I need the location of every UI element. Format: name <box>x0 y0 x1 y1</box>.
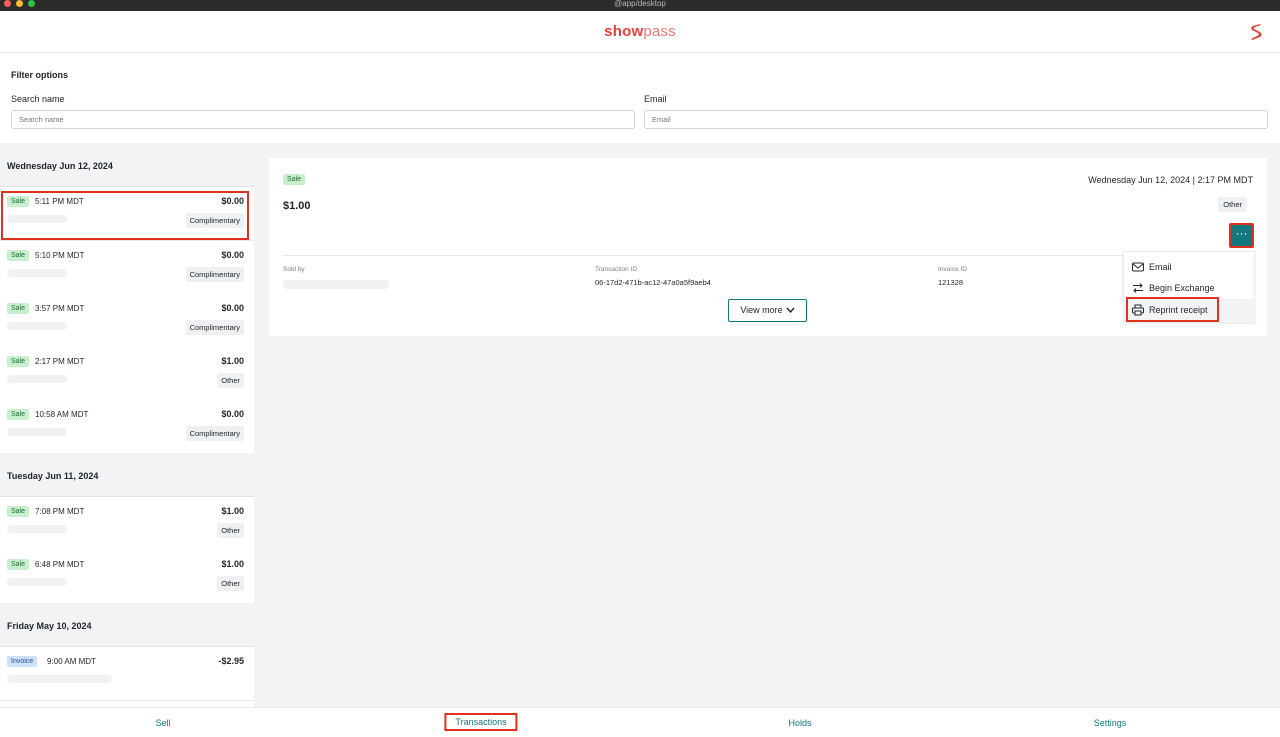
sale-badge: Sale <box>7 559 30 570</box>
date-header: Friday May 10, 2024 <box>0 603 254 647</box>
payment-tag: Complimentary <box>185 320 244 335</box>
sale-badge: Sale <box>7 356 30 367</box>
transaction-time: 10:58 AM MDT <box>35 410 89 419</box>
sale-badge: Sale <box>283 174 306 185</box>
redacted-customer-name <box>7 428 67 436</box>
email-label: Email <box>644 94 667 104</box>
redacted-customer-name <box>7 525 67 533</box>
transaction-amount: $1.00 <box>221 506 244 516</box>
payment-tag: Complimentary <box>185 426 244 441</box>
view-more-label: View more <box>740 305 783 315</box>
nav-holds[interactable]: Holds <box>788 718 811 728</box>
transaction-row[interactable]: Sale 2:17 PM MDT $1.00 Other <box>0 347 254 401</box>
transaction-amount: $1.00 <box>221 559 244 569</box>
invoice-id-label: Invoice ID <box>938 266 967 273</box>
window-titlebar: @app/desktop <box>0 0 1280 11</box>
nav-settings[interactable]: Settings <box>1094 718 1127 728</box>
filter-panel: Filter options Search name Email <box>0 53 1280 143</box>
more-options-button[interactable]: ··· <box>1229 223 1254 248</box>
transaction-amount: $0.00 <box>221 303 244 313</box>
window-title: @app/desktop <box>614 0 666 8</box>
transaction-time: 2:17 PM MDT <box>35 357 85 366</box>
transaction-amount: -$2.95 <box>218 656 244 666</box>
transaction-row[interactable]: Sale 3:57 PM MDT $0.00 Complimentary <box>0 294 254 348</box>
transaction-time: 3:57 PM MDT <box>35 304 85 313</box>
search-name-label: Search name <box>11 94 65 104</box>
redacted-customer-name <box>7 675 112 683</box>
transaction-row[interactable]: Invoice 9:00 AM MDT -$2.95 <box>0 647 254 701</box>
transaction-time: 9:00 AM MDT <box>47 657 96 666</box>
email-input[interactable] <box>644 110 1268 129</box>
redacted-customer-name <box>7 322 67 330</box>
transactions-list[interactable]: Wednesday Jun 12, 2024 Sale 5:11 PM MDT … <box>0 143 254 707</box>
sold-by-label: Sold by <box>283 266 305 273</box>
date-header: Wednesday Jun 12, 2024 <box>0 143 254 187</box>
view-more-button[interactable]: View more <box>728 299 807 322</box>
divider <box>283 255 1139 256</box>
search-name-input[interactable] <box>11 110 635 129</box>
showpass-s-icon[interactable] <box>1248 23 1264 41</box>
chevron-down-icon <box>786 307 795 313</box>
nav-sell[interactable]: Sell <box>155 718 170 728</box>
invoice-badge: Invoice <box>7 656 38 667</box>
reprint-highlight <box>1126 297 1219 322</box>
transaction-row[interactable]: Sale 10:58 AM MDT $0.00 Complimentary <box>0 400 254 454</box>
transaction-row[interactable]: Sale 5:10 PM MDT $0.00 Complimentary <box>0 241 254 295</box>
transaction-time: 7:08 PM MDT <box>35 507 85 516</box>
sale-badge: Sale <box>7 409 30 420</box>
sale-badge: Sale <box>7 506 30 517</box>
redacted-sold-by <box>283 280 389 289</box>
redacted-customer-name <box>7 375 67 383</box>
exchange-arrows-icon <box>1133 283 1143 293</box>
transaction-detail-card: Sale Wednesday Jun 12, 2024 | 2:17 PM MD… <box>269 158 1267 336</box>
payment-tag: Other <box>217 523 244 538</box>
filter-title: Filter options <box>11 70 68 80</box>
bottom-nav: Sell Transactions Holds Settings <box>0 707 1280 737</box>
menu-item-begin-exchange[interactable]: Begin Exchange <box>1124 277 1256 299</box>
transaction-amount: $0.00 <box>221 250 244 260</box>
envelope-icon <box>1132 262 1144 272</box>
invoice-id-value: 121328 <box>938 278 964 287</box>
payment-tag: Other <box>217 373 244 388</box>
payment-tag: Other <box>217 576 244 591</box>
menu-item-email[interactable]: Email <box>1124 256 1256 278</box>
transaction-time: 5:10 PM MDT <box>35 251 85 260</box>
nav-transactions[interactable]: Transactions <box>444 713 518 731</box>
logo-text-pass: pass <box>643 23 676 40</box>
menu-item-label: Email <box>1149 262 1172 272</box>
transaction-amount: $1.00 <box>221 356 244 366</box>
date-header: Tuesday Jun 11, 2024 <box>0 453 254 497</box>
transaction-datetime: Wednesday Jun 12, 2024 | 2:17 PM MDT <box>1088 175 1253 185</box>
transaction-row[interactable]: Sale 6:48 PM MDT $1.00 Other <box>0 550 254 604</box>
transaction-amount: $0.00 <box>221 409 244 419</box>
redacted-customer-name <box>7 578 67 586</box>
showpass-logo: showpass <box>0 23 1280 40</box>
redacted-customer-name <box>7 269 67 277</box>
sale-badge: Sale <box>7 303 30 314</box>
transaction-row[interactable]: Sale 7:08 PM MDT $1.00 Other <box>0 497 254 551</box>
payment-tag: Other <box>1218 197 1247 212</box>
logo-text-show: show <box>604 23 644 40</box>
transaction-id-label: Transaction ID <box>595 266 638 273</box>
selected-row-highlight <box>1 191 249 240</box>
content-area: Wednesday Jun 12, 2024 Sale 5:11 PM MDT … <box>0 143 1280 707</box>
payment-tag: Complimentary <box>185 267 244 282</box>
transaction-time: 6:48 PM MDT <box>35 560 85 569</box>
app-header: showpass <box>0 11 1280 53</box>
more-options-menu: Email Begin Exchange Reprint receipt <box>1123 251 1256 323</box>
transaction-id-value: 06-17d2-471b-ac12-47a0a5f9aeb4 <box>595 278 711 287</box>
menu-item-label: Begin Exchange <box>1149 283 1215 293</box>
transaction-amount: $1.00 <box>283 200 311 212</box>
sale-badge: Sale <box>7 250 30 261</box>
